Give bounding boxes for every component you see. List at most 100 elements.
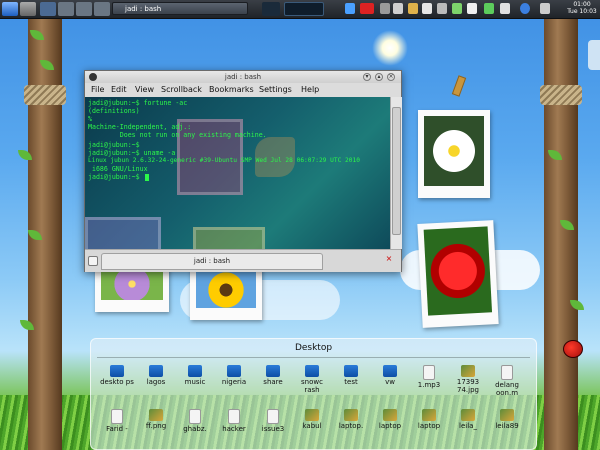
image-file-icon (344, 409, 358, 421)
folder-icon (110, 365, 124, 377)
pager-desktop-4[interactable] (94, 2, 110, 16)
keyboard-layout-icon[interactable] (360, 3, 374, 14)
clock[interactable]: 01:00 Tue 10:03 (565, 1, 599, 15)
tab-jadi-bash[interactable]: jadi : bash (101, 253, 323, 270)
close-tab-icon[interactable]: × (385, 255, 393, 264)
desktop-icon[interactable]: ff.png (138, 409, 174, 430)
menu-scrollback[interactable]: Scrollback (161, 83, 202, 97)
desktop-icon-label: lagos (146, 378, 166, 386)
tray-icon[interactable] (467, 3, 477, 14)
menu-bookmarks[interactable]: Bookmarks (209, 83, 254, 97)
desktop-icon-label: delang oon.m (495, 381, 519, 397)
terminal-bg-photo (193, 227, 265, 249)
rose-image (423, 226, 493, 316)
maximize-button[interactable]: ▴ (375, 73, 383, 81)
terminal-line: (definitions) (88, 107, 140, 115)
desktop-icon[interactable]: nigeria (216, 365, 252, 386)
desktop-icon[interactable]: leila89 (489, 409, 525, 430)
menu-settings[interactable]: Settings (259, 83, 292, 97)
desktop-icon-label: kabul (302, 422, 322, 430)
close-button[interactable]: × (387, 73, 395, 81)
scrollbar-thumb[interactable] (392, 107, 401, 235)
desktop-icon-label: issue3 (261, 425, 285, 433)
menu-view[interactable]: View (135, 83, 154, 97)
tray-icon[interactable] (540, 3, 550, 14)
tab-bar: jadi : bash × (85, 249, 401, 272)
desktop-icon[interactable]: kabul (294, 409, 330, 430)
image-file-icon (383, 409, 397, 421)
info-icon[interactable] (520, 3, 530, 14)
pager-desktop-1[interactable] (40, 2, 56, 16)
desktop-icon[interactable]: test (333, 365, 369, 386)
desktop-icon[interactable]: lagos (138, 365, 174, 386)
tray-icon[interactable] (380, 3, 390, 14)
top-panel: jadi : bash 01:00 Tue 10:03 (0, 0, 600, 19)
desktop-icon[interactable]: delang oon.m (489, 365, 525, 397)
terminal-scrollbar[interactable] (390, 97, 402, 249)
menu-file[interactable]: File (91, 83, 104, 97)
tray-icon[interactable] (500, 3, 510, 14)
desktop-icon[interactable]: leila_ (450, 409, 486, 430)
tray-icon[interactable] (408, 3, 418, 14)
window-titlebar[interactable]: jadi : bash ▾ ▴ × (85, 71, 401, 83)
desktop-icon[interactable]: laptop (411, 409, 447, 430)
kickoff-menu-icon[interactable] (2, 2, 18, 16)
menu-bar: File Edit View Scrollback Bookmarks Sett… (85, 83, 401, 97)
network-graph[interactable] (284, 2, 324, 16)
desktop-icon[interactable]: hacker (216, 409, 252, 433)
photo-rose (417, 220, 499, 328)
terminal-line: jadi@jubun:~$ uname -a (88, 149, 176, 157)
folder-icon (227, 365, 241, 377)
file-icon (228, 409, 240, 424)
desktop-icon[interactable]: share (255, 365, 291, 386)
terminal-line: jadi@jubun:~$ (88, 173, 144, 181)
folder-icon (344, 365, 358, 377)
desktop-icon-label: leila_ (459, 422, 477, 430)
tray-icon[interactable] (437, 3, 447, 14)
desktop-icon-label: laptop. (338, 422, 364, 430)
tray-icon[interactable] (484, 3, 494, 14)
desktop-icon[interactable]: issue3 (255, 409, 291, 433)
terminal-area[interactable]: jadi@jubun:~$ fortune -ac (definitions) … (85, 97, 390, 249)
new-tab-icon[interactable] (88, 256, 98, 266)
desktop-icon[interactable]: 1.mp3 (411, 365, 447, 389)
system-monitor-graph[interactable] (262, 2, 280, 16)
desktop-icon[interactable]: snowc rash (294, 365, 330, 394)
desktop-icon-label: share (263, 378, 283, 386)
window-menu-icon[interactable] (89, 73, 97, 81)
desktop-icon[interactable]: Farid - (99, 409, 135, 433)
desktop-icon[interactable]: laptop. (333, 409, 369, 430)
folder-view-title: Desktop (294, 343, 333, 353)
tab-label: jadi : bash (193, 257, 231, 265)
clock-time: 01:00 (573, 1, 591, 8)
desktop-icon[interactable]: music (177, 365, 213, 386)
rope (540, 85, 582, 105)
desktop-icon-label: ff.png (145, 422, 167, 430)
taskbar-item-konsole[interactable]: jadi : bash (112, 2, 248, 15)
terminal-line: i686 GNU/Linux (88, 165, 148, 173)
side-panel-handle[interactable] (588, 40, 600, 70)
tray-icon[interactable] (345, 3, 355, 14)
image-file-icon (305, 409, 319, 421)
desktop-icon[interactable]: 17393 74.jpg (450, 365, 486, 394)
minimize-button[interactable]: ▾ (363, 73, 371, 81)
pager-desktop-2[interactable] (58, 2, 74, 16)
volume-icon[interactable] (393, 3, 403, 14)
desktop-icon[interactable]: vw (372, 365, 408, 386)
tray-icon[interactable] (452, 3, 462, 14)
photo-sunflower (190, 266, 262, 320)
show-desktop-icon[interactable] (20, 2, 36, 16)
menu-edit[interactable]: Edit (111, 83, 127, 97)
terminal-line: % (88, 115, 92, 123)
desktop-icon[interactable]: laptop (372, 409, 408, 430)
image-file-icon (461, 365, 475, 377)
desktop-icon[interactable]: ghabz. (177, 409, 213, 433)
window-title: jadi : bash (224, 73, 262, 81)
pager-desktop-3[interactable] (76, 2, 92, 16)
photo-daisy (418, 110, 490, 198)
folder-icon (266, 365, 280, 377)
terminal-line: Linux jubun 2.6.32-24-generic #39-Ubuntu… (88, 157, 360, 164)
tray-icon[interactable] (422, 3, 432, 14)
desktop-icon[interactable]: deskto ps (99, 365, 135, 386)
menu-help[interactable]: Help (301, 83, 319, 97)
